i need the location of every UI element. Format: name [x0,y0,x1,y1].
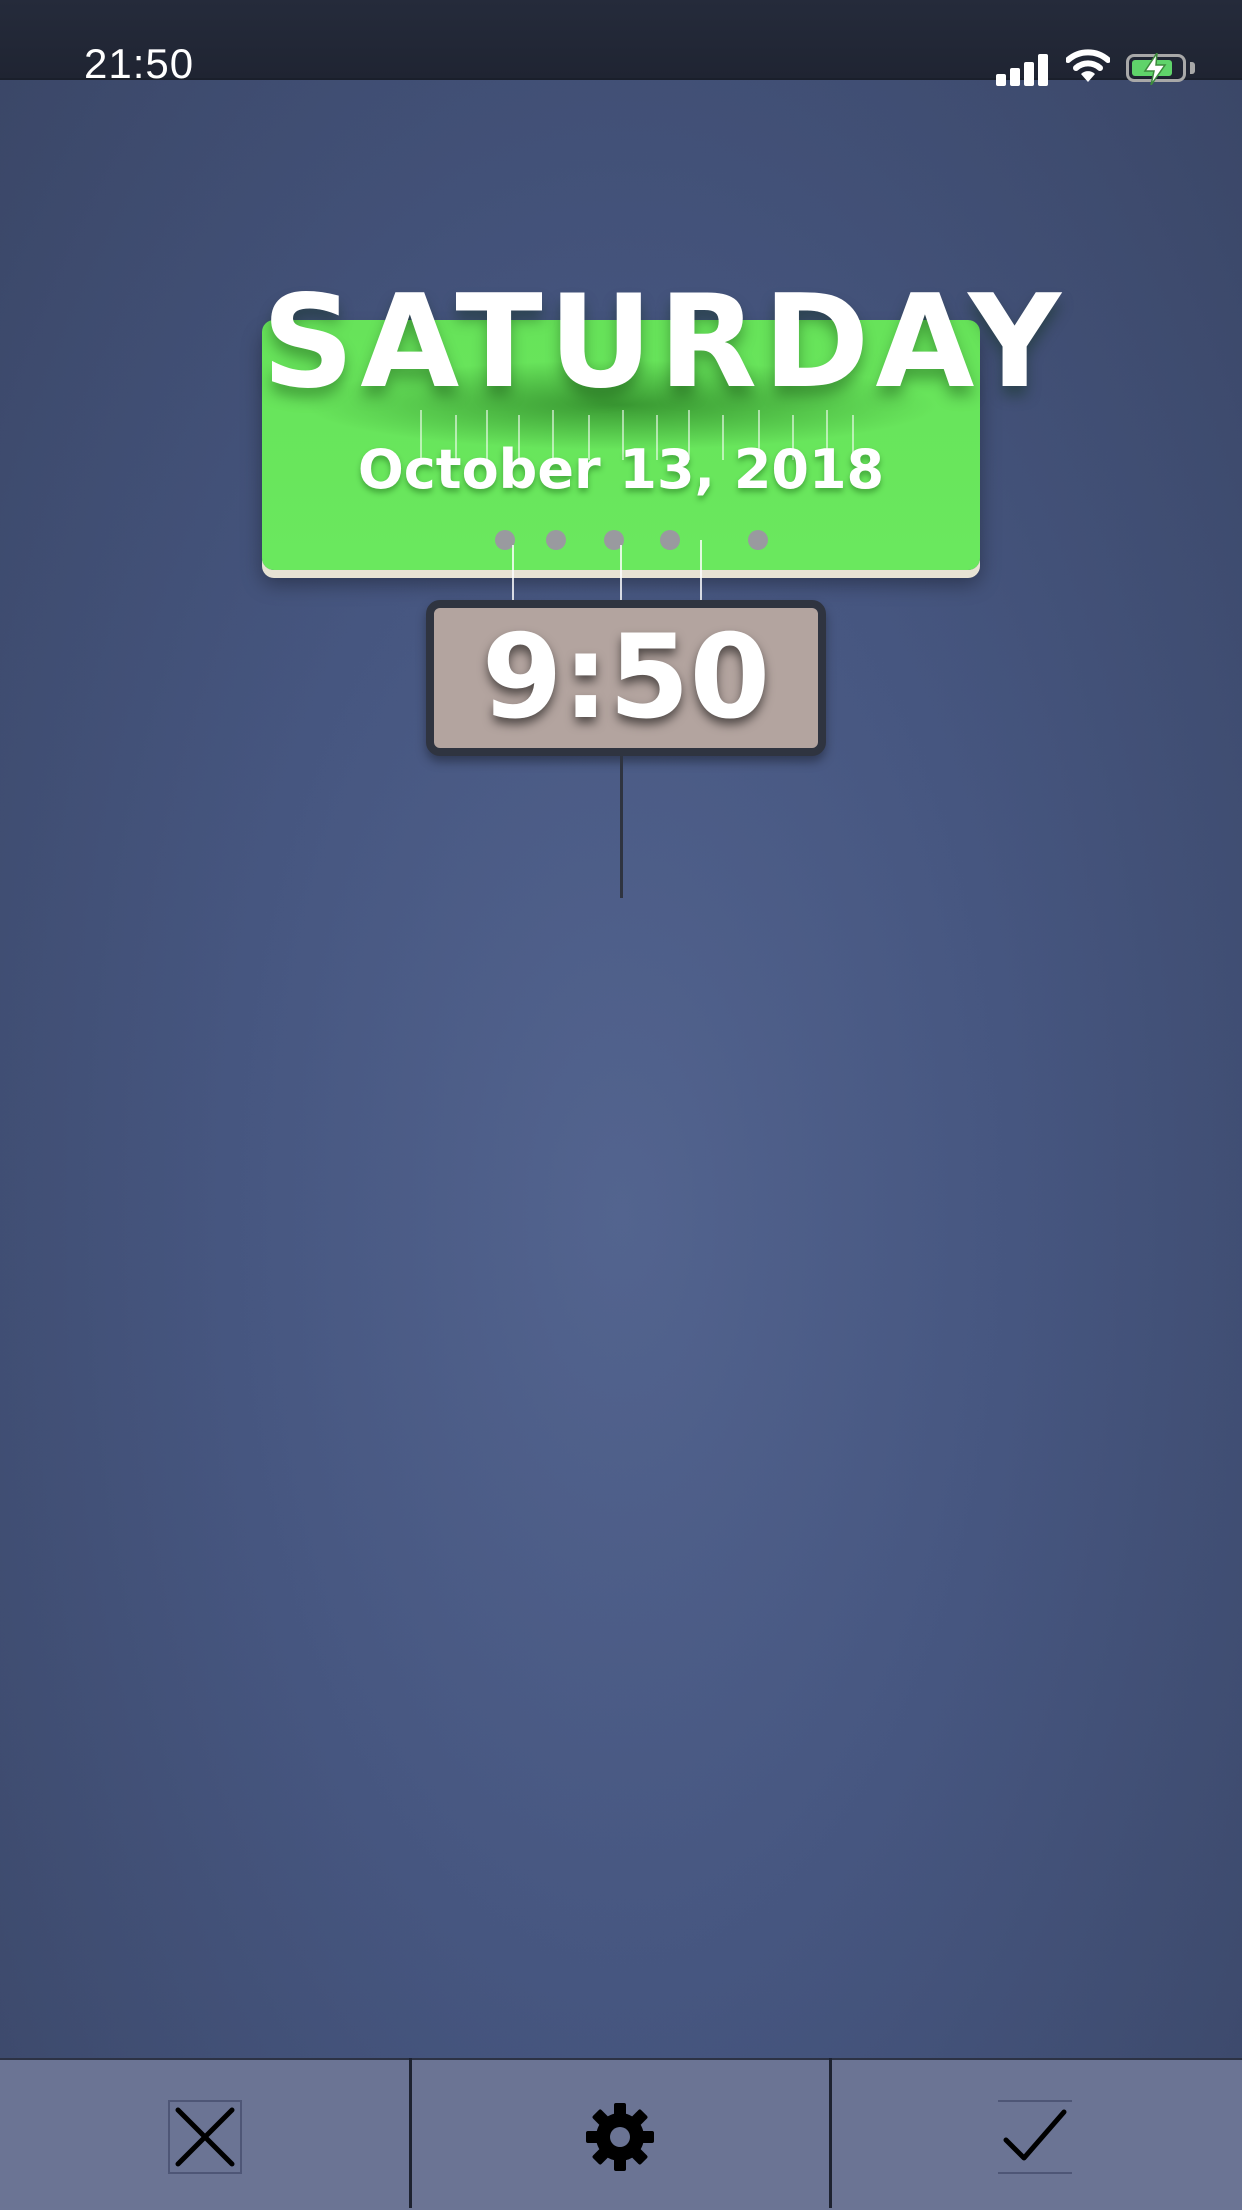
time-label: 9:50 [481,610,771,745]
checkmark-icon [998,2100,1072,2174]
close-icon [168,2100,242,2174]
sign-rivet [660,530,680,550]
cellular-signal-icon [996,52,1050,86]
sign-rivet [546,530,566,550]
battery-charging-icon [1126,53,1186,85]
close-button[interactable] [0,2060,410,2210]
status-time: 21:50 [84,40,195,87]
settings-button[interactable] [413,2060,829,2210]
sign-rivet [748,530,768,550]
gear-icon [586,2103,654,2171]
sign-pole [620,748,623,898]
status-bar: 21:50 [0,0,1242,87]
time-sign: 9:50 [426,600,826,756]
toolbar-divider [829,2058,832,2208]
bottom-toolbar [0,2058,1242,2210]
toolbar-divider [409,2058,412,2208]
date-label: October 13, 2018 [357,438,885,501]
confirm-button[interactable] [832,2060,1242,2210]
battery-cap [1190,62,1195,74]
wifi-icon [1066,49,1110,82]
day-label: SATURDAY [262,268,1067,417]
